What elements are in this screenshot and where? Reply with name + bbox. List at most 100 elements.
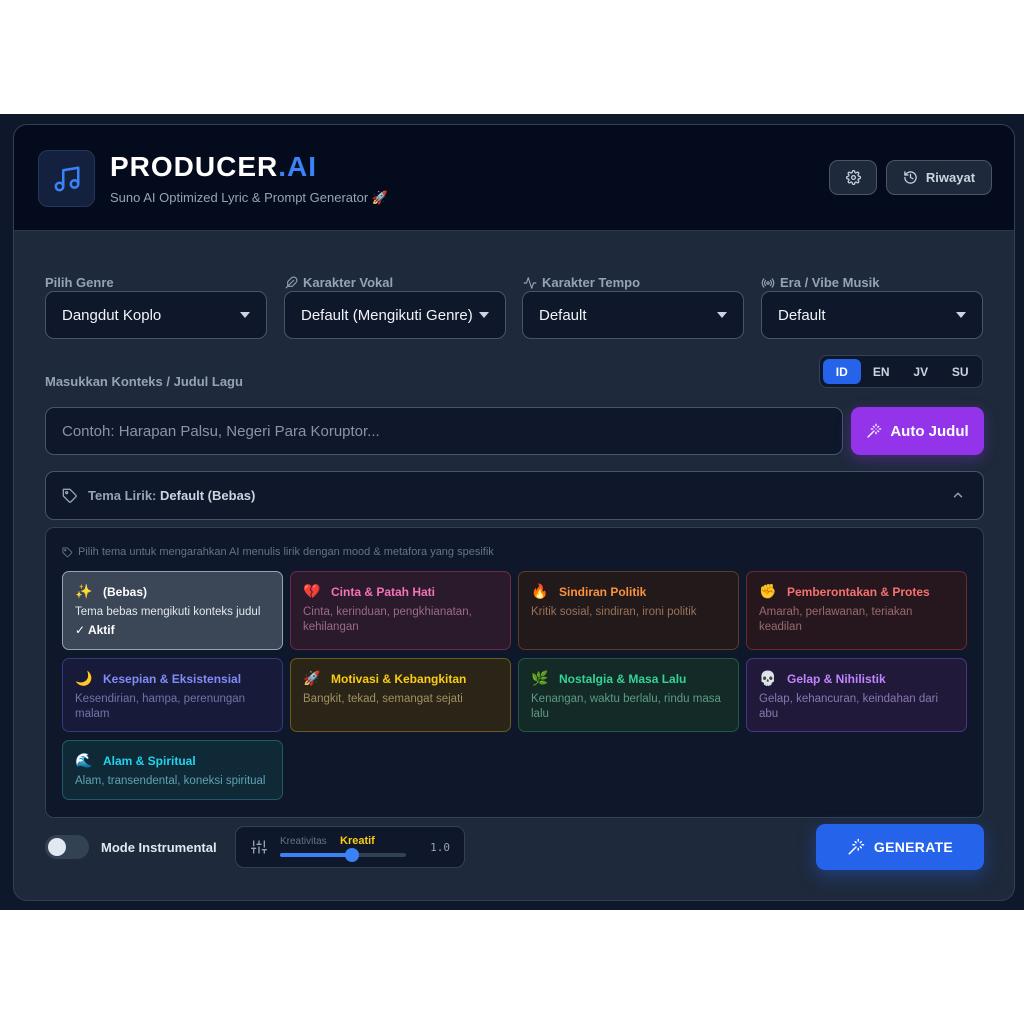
- brand-main: PRODUCER: [110, 151, 279, 182]
- theme-card-politik[interactable]: 🔥 Sindiran Politik Kritik sosial, sindira…: [518, 571, 739, 650]
- vocal-select-value: Default (Mengikuti Genre): [301, 306, 473, 324]
- wave-icon: 🌊: [75, 752, 93, 768]
- magic-wand-icon: [867, 423, 882, 438]
- theme-card-protes[interactable]: ✊ Pemberontakan & Protes Amarah, perlawan…: [746, 571, 967, 650]
- rocket-icon: 🚀: [303, 670, 321, 686]
- context-label: Masukkan Konteks / Judul Lagu: [45, 374, 243, 389]
- active-badge: ✓ Aktif: [75, 623, 115, 637]
- sliders-icon: [251, 840, 267, 854]
- creativity-mode: Kreatif: [340, 835, 375, 847]
- slider-thumb[interactable]: [344, 848, 359, 862]
- history-label: Riwayat: [925, 170, 976, 185]
- theme-card-nostalgia[interactable]: 🌿 Nostalgia & Masa Lalu Kenangan, waktu b…: [518, 658, 739, 732]
- theme-card-kesepian[interactable]: 🌙 Kesepian & Eksistensial Kesendirian, ha…: [62, 658, 283, 732]
- era-label: Era / Vibe Musik: [761, 275, 879, 290]
- era-label-text: Era / Vibe Musik: [780, 275, 880, 290]
- theme-card-gelap[interactable]: 💀 Gelap & Nihilistik Gelap, kehancuran, k…: [746, 658, 967, 732]
- chevron-down-icon: [240, 312, 250, 318]
- chevron-up-icon[interactable]: [951, 488, 965, 502]
- theme-card-desc: Amarah, perlawanan, teriakan keadilan: [759, 606, 913, 633]
- raised-fist-icon: ✊: [759, 583, 777, 599]
- theme-card-desc: Tema bebas mengikuti konteks judul: [75, 606, 261, 618]
- vocal-label: Karakter Vokal: [285, 275, 393, 290]
- theme-card-title: Kesepian & Eksistensial: [103, 671, 242, 686]
- app-logo: [38, 150, 95, 207]
- chevron-down-icon: [479, 312, 489, 318]
- era-select[interactable]: Default: [761, 291, 983, 339]
- theme-card-title: Sindiran Politik: [559, 584, 647, 599]
- genre-label: Pilih Genre: [45, 275, 114, 290]
- theme-header-value: Default (Bebas): [160, 488, 256, 503]
- theme-card-cinta[interactable]: 💔 Cinta & Patah Hati Cinta, kerinduan, pe…: [290, 571, 511, 650]
- activity-icon: [523, 276, 537, 289]
- theme-card-motivasi[interactable]: 🚀 Motivasi & Kebangkitan Bangkit, tekad, …: [290, 658, 511, 732]
- creativity-value: 1.0: [430, 841, 450, 854]
- brand-title: PRODUCER.AI: [110, 151, 317, 183]
- theme-header-text: Tema Lirik: Default (Bebas): [88, 488, 255, 503]
- genre-label-text: Pilih Genre: [45, 275, 114, 290]
- language-switcher: ID EN JV SU: [819, 355, 983, 388]
- lang-button-en[interactable]: EN: [863, 359, 901, 384]
- theme-card-desc: Gelap, kehancuran, keindahan dari abu: [759, 693, 939, 720]
- skull-icon: 💀: [759, 670, 777, 686]
- brand-accent: .AI: [278, 151, 318, 182]
- app-header: PRODUCER.AI Suno AI Optimized Lyric & Pr…: [14, 125, 1014, 231]
- theme-accordion-header[interactable]: Tema Lirik: Default (Bebas): [45, 471, 984, 520]
- auto-title-button[interactable]: Auto Judul: [851, 407, 984, 455]
- creativity-control: Kreativitas Kreatif 1.0: [235, 826, 465, 868]
- theme-card-title: Pemberontakan & Protes: [787, 584, 930, 599]
- sparkles-icon: ✨: [75, 583, 93, 599]
- chevron-down-icon: [956, 312, 966, 318]
- instrumental-toggle[interactable]: [45, 835, 89, 859]
- toggle-knob: [48, 838, 66, 856]
- tempo-select-value: Default: [539, 306, 587, 324]
- theme-card-title: Gelap & Nihilistik: [787, 671, 886, 686]
- tag-icon: [62, 488, 77, 503]
- theme-card-title: Cinta & Patah Hati: [331, 584, 436, 599]
- genre-select-value: Dangdut Koplo: [62, 306, 162, 324]
- theme-card-bebas[interactable]: ✨ (Bebas) Tema bebas mengikuti konteks ju…: [62, 571, 283, 650]
- auto-title-label: Auto Judul: [890, 422, 969, 440]
- context-input[interactable]: [45, 407, 843, 455]
- history-icon: [904, 171, 917, 184]
- theme-card-title: Nostalgia & Masa Lalu: [559, 671, 687, 686]
- era-select-value: Default: [778, 306, 826, 324]
- slider-fill: [280, 853, 352, 857]
- radio-waves-icon: [761, 277, 775, 288]
- theme-card-desc: Bangkit, tekad, semangat sejati: [303, 693, 463, 705]
- broken-heart-icon: 💔: [303, 583, 321, 599]
- theme-card-desc: Cinta, kerinduan, pengkhianatan, kehilan…: [303, 606, 472, 633]
- theme-card-alam[interactable]: 🌊 Alam & Spiritual Alam, transendental, k…: [62, 740, 283, 800]
- theme-card-desc: Alam, transendental, koneksi spiritual: [75, 775, 266, 787]
- feather-icon: [285, 276, 298, 289]
- theme-card-title: Alam & Spiritual: [103, 753, 196, 768]
- theme-hint: Pilih tema untuk mengarahkan AI menulis …: [62, 546, 494, 558]
- generate-button[interactable]: GENERATE: [816, 824, 984, 870]
- lang-button-id[interactable]: ID: [823, 359, 861, 384]
- tempo-label: Karakter Tempo: [523, 275, 640, 290]
- app-window: PRODUCER.AI Suno AI Optimized Lyric & Pr…: [13, 124, 1015, 901]
- vocal-label-text: Karakter Vokal: [303, 275, 394, 290]
- lang-button-jv[interactable]: JV: [902, 359, 940, 384]
- tempo-select[interactable]: Default: [522, 291, 744, 339]
- brand-tagline: Suno AI Optimized Lyric & Prompt Generat…: [110, 190, 388, 205]
- page-background: PRODUCER.AI Suno AI Optimized Lyric & Pr…: [0, 114, 1024, 910]
- theme-card-desc: Kenangan, waktu berlalu, rindu masa lalu: [531, 693, 721, 720]
- theme-panel: Pilih tema untuk mengarahkan AI menulis …: [45, 527, 984, 818]
- settings-button[interactable]: [829, 160, 877, 195]
- theme-card-title: (Bebas): [103, 584, 148, 599]
- history-button[interactable]: Riwayat: [886, 160, 992, 195]
- theme-card-title: Motivasi & Kebangkitan: [331, 671, 467, 686]
- genre-select[interactable]: Dangdut Koplo: [45, 291, 267, 339]
- fire-icon: 🔥: [531, 583, 549, 599]
- creativity-slider[interactable]: [280, 848, 406, 862]
- theme-header-label: Tema Lirik:: [88, 488, 157, 503]
- theme-hint-text: Pilih tema untuk mengarahkan AI menulis …: [78, 546, 494, 558]
- tag-icon: [62, 546, 73, 557]
- vocal-select[interactable]: Default (Mengikuti Genre): [284, 291, 506, 339]
- theme-card-desc: Kritik sosial, sindiran, ironi politik: [531, 606, 697, 618]
- chevron-down-icon: [717, 312, 727, 318]
- magic-wand-icon: [848, 838, 865, 855]
- lang-button-su[interactable]: SU: [942, 359, 980, 384]
- moon-icon: 🌙: [75, 670, 93, 686]
